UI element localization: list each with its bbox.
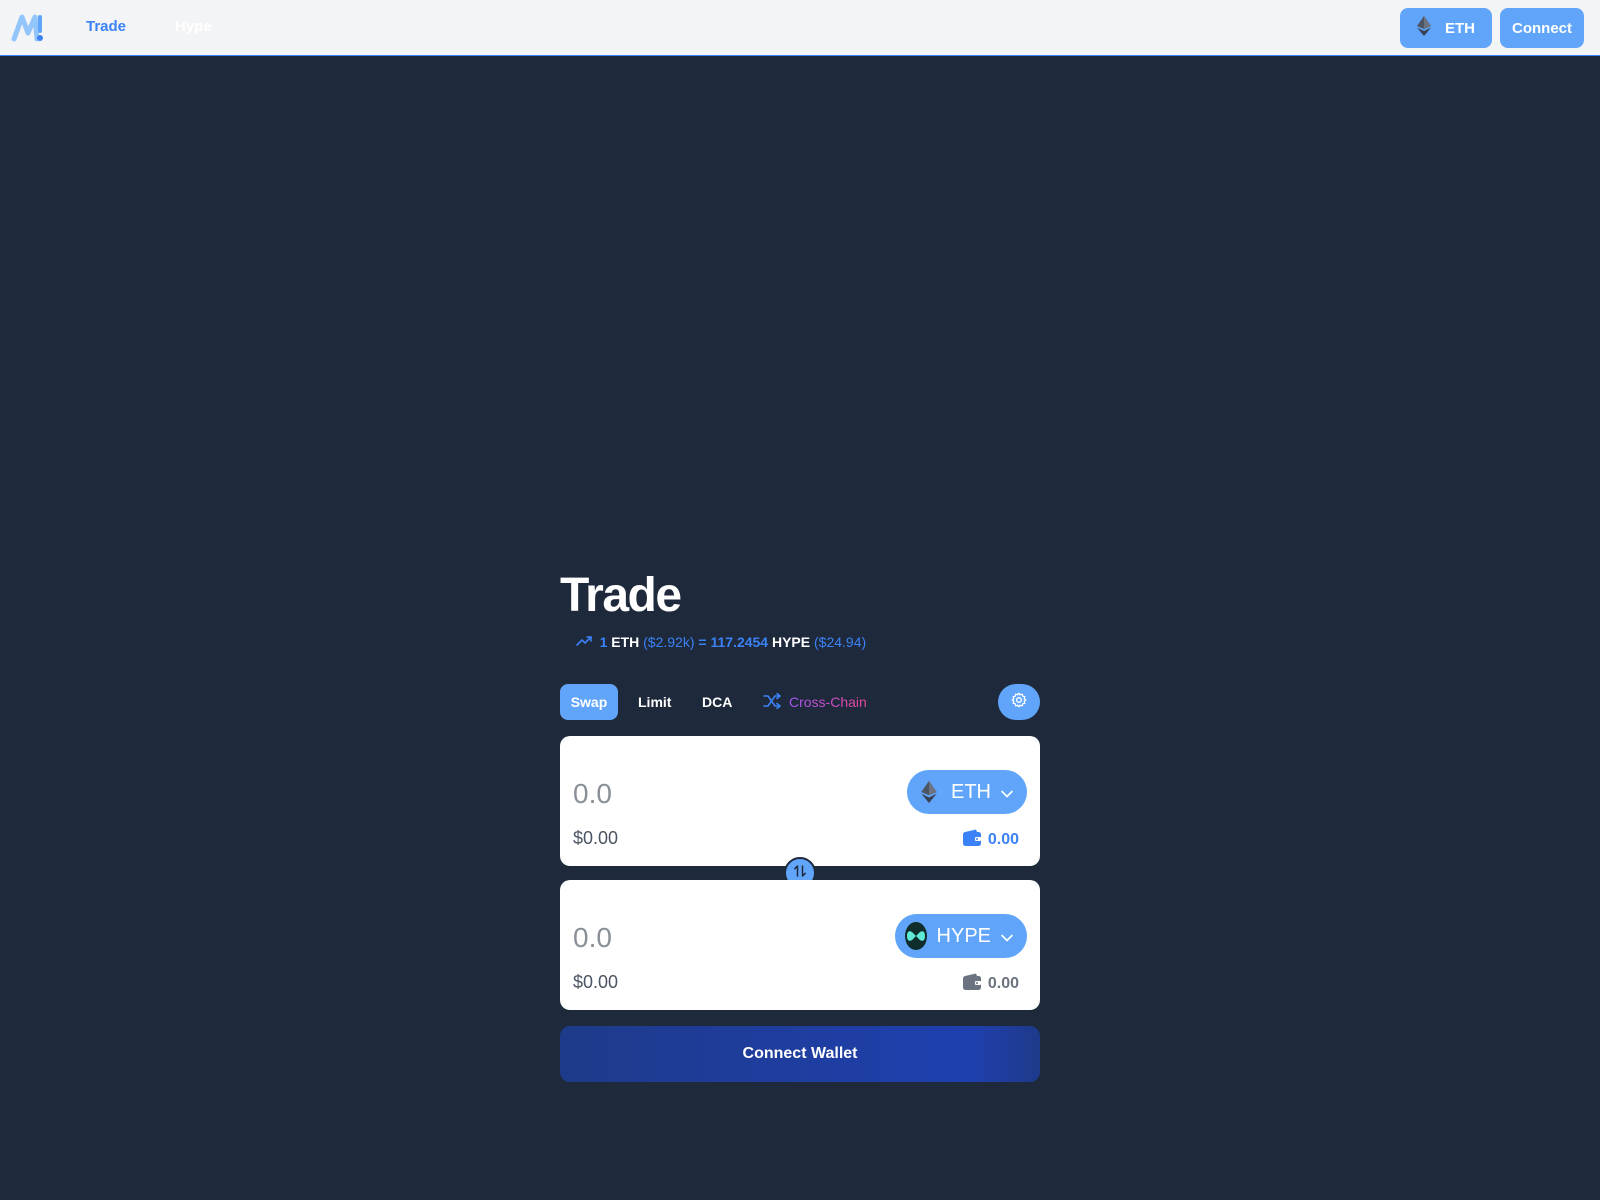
ethereum-icon — [917, 778, 941, 806]
buy-token-symbol: HYPE — [936, 924, 991, 947]
rate-quote-usd: ($24.94) — [814, 634, 867, 650]
rate-base-symbol: ETH — [611, 634, 640, 650]
chevron-down-icon — [1001, 781, 1013, 804]
sell-usd-value: $0.00 — [573, 828, 619, 848]
sell-balance[interactable]: 0.00 — [962, 829, 1019, 852]
nav-link-trade[interactable]: Trade — [86, 18, 126, 35]
rate-quote-amount: 117.2454 — [710, 634, 769, 650]
ethereum-icon — [1417, 16, 1431, 40]
wallet-icon — [962, 973, 982, 996]
app-logo-icon[interactable] — [11, 11, 45, 43]
connect-button[interactable]: Connect — [1500, 8, 1584, 48]
buy-token-selector[interactable]: HYPE — [895, 914, 1027, 958]
wallet-icon — [962, 829, 982, 852]
exchange-rate: 1 ETH ($2.92k) = 117.2454 HYPE ($24.94) — [560, 633, 866, 651]
settings-button[interactable] — [998, 684, 1040, 720]
tab-cross-chain[interactable]: Cross-Chain — [763, 684, 867, 720]
tab-cross-chain-label: Cross-Chain — [789, 694, 867, 710]
tab-dca[interactable]: DCA — [702, 684, 732, 720]
buy-usd-value: $0.00 — [573, 972, 619, 992]
buy-token-card: $0.00 HYPE 0.00 — [560, 880, 1040, 1010]
rate-base-amount: 1 — [599, 634, 608, 650]
sell-balance-value: 0.00 — [987, 831, 1019, 848]
rate-base-usd: ($2.92k) — [643, 634, 695, 650]
sell-amount-input[interactable] — [573, 774, 873, 814]
connect-wallet-button[interactable]: Connect Wallet — [560, 1026, 1040, 1082]
nav-link-hype[interactable]: Hype — [175, 18, 212, 35]
sell-token-selector[interactable]: ETH — [907, 770, 1027, 814]
chevron-down-icon — [1001, 925, 1013, 948]
buy-balance-value: 0.00 — [987, 975, 1019, 992]
hype-token-icon — [905, 922, 927, 950]
tab-swap[interactable]: Swap — [560, 684, 618, 720]
buy-balance[interactable]: 0.00 — [962, 973, 1019, 996]
rate-equals: = — [698, 634, 707, 650]
page-title: Trade — [560, 569, 682, 622]
top-navigation-bar: Trade Hype ETH Connect — [0, 0, 1600, 56]
network-selector-button[interactable]: ETH — [1400, 8, 1492, 48]
trending-up-icon — [560, 618, 600, 666]
gear-icon — [1011, 692, 1027, 713]
buy-amount-input[interactable] — [573, 918, 873, 958]
rate-quote-symbol: HYPE — [771, 634, 811, 650]
shuffle-icon — [763, 692, 781, 712]
sell-token-card: $0.00 ETH 0.00 — [560, 736, 1040, 866]
sell-token-symbol: ETH — [951, 780, 991, 803]
network-label: ETH — [1445, 19, 1475, 37]
tab-limit[interactable]: Limit — [638, 684, 671, 720]
